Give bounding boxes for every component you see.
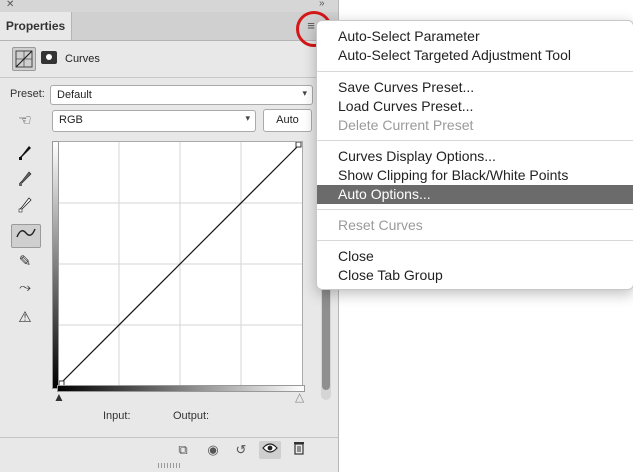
properties-panel: ✕ » Properties ≡ Curves Preset: Default … (0, 0, 339, 472)
preset-value: Default (57, 89, 92, 101)
close-icon[interactable]: ✕ (6, 0, 14, 10)
black-point-slider[interactable]: ▲ (53, 390, 65, 404)
tab-properties[interactable]: Properties (0, 12, 72, 40)
chevron-down-icon: ▾ (302, 88, 307, 98)
panel-tab-row: Properties ≡ (0, 12, 338, 41)
channel-value: RGB (59, 114, 83, 126)
curve-point-tool-icon[interactable] (11, 224, 41, 248)
gray-point-eyedropper-icon[interactable] (11, 170, 39, 192)
menu-item-show-clipping[interactable]: Show Clipping for Black/White Points (317, 166, 633, 185)
curves-adjustment-icon[interactable] (12, 47, 36, 71)
output-label: Output: (173, 410, 210, 422)
preset-select[interactable]: Default ▾ (50, 85, 313, 105)
output-gradient-bar (52, 141, 59, 389)
adjustment-label: Curves (65, 53, 100, 65)
chevron-down-icon: ▾ (245, 113, 250, 123)
menu-item-close-tab-group[interactable]: Close Tab Group (317, 266, 633, 285)
menu-item-load-curves-preset[interactable]: Load Curves Preset... (317, 97, 633, 116)
channel-select[interactable]: RGB ▾ (52, 110, 256, 132)
view-previous-icon[interactable]: ◉ (202, 441, 224, 459)
clip-to-layer-icon[interactable]: ⧉ (172, 441, 194, 459)
preset-label: Preset: (10, 88, 45, 100)
menu-item-auto-select-parameter[interactable]: Auto-Select Parameter (317, 27, 633, 46)
menu-separator (317, 240, 633, 241)
panel-flyout-menu: Auto-Select Parameter Auto-Select Target… (316, 20, 633, 290)
clipping-warning-icon[interactable]: ⚠ (11, 307, 39, 329)
smooth-curve-icon[interactable]: ⤳ (11, 277, 39, 299)
menu-item-save-curves-preset[interactable]: Save Curves Preset... (317, 78, 633, 97)
menu-item-reset-curves: Reset Curves (338, 217, 423, 233)
curve-endpoint-white (295, 141, 302, 148)
menu-item-auto-options[interactable]: Auto Options... (317, 185, 633, 204)
menu-item-auto-select-targeted-adjustment-tool[interactable]: Auto-Select Targeted Adjustment Tool (317, 46, 633, 65)
white-point-slider[interactable]: △ (295, 390, 304, 404)
menu-item-curves-display-options[interactable]: Curves Display Options... (317, 147, 633, 166)
panel-title-bar: ✕ » (0, 0, 338, 12)
input-gradient-bar (57, 385, 305, 392)
black-point-eyedropper-icon[interactable] (11, 144, 39, 166)
target-adjust-icon[interactable]: ☜ (11, 110, 39, 132)
resize-grip[interactable] (158, 463, 180, 468)
pencil-tool-icon[interactable]: ✎ (11, 251, 39, 273)
menu-item-delete-current-preset: Delete Current Preset (338, 117, 474, 133)
menu-separator (317, 209, 633, 210)
collapse-icon[interactable]: » (319, 0, 325, 9)
menu-separator (317, 71, 633, 72)
reset-icon[interactable]: ↺ (230, 441, 252, 459)
layer-mask-icon[interactable] (41, 51, 57, 64)
curves-graph[interactable] (57, 141, 303, 387)
auto-button[interactable]: Auto (263, 109, 312, 132)
visibility-eye-icon[interactable] (259, 441, 281, 459)
trash-icon[interactable] (288, 441, 310, 459)
white-point-eyedropper-icon[interactable] (11, 196, 39, 218)
menu-item-close[interactable]: Close (317, 247, 633, 266)
adjustment-header: Curves (0, 41, 338, 78)
input-label: Input: (103, 410, 131, 422)
menu-separator (317, 140, 633, 141)
